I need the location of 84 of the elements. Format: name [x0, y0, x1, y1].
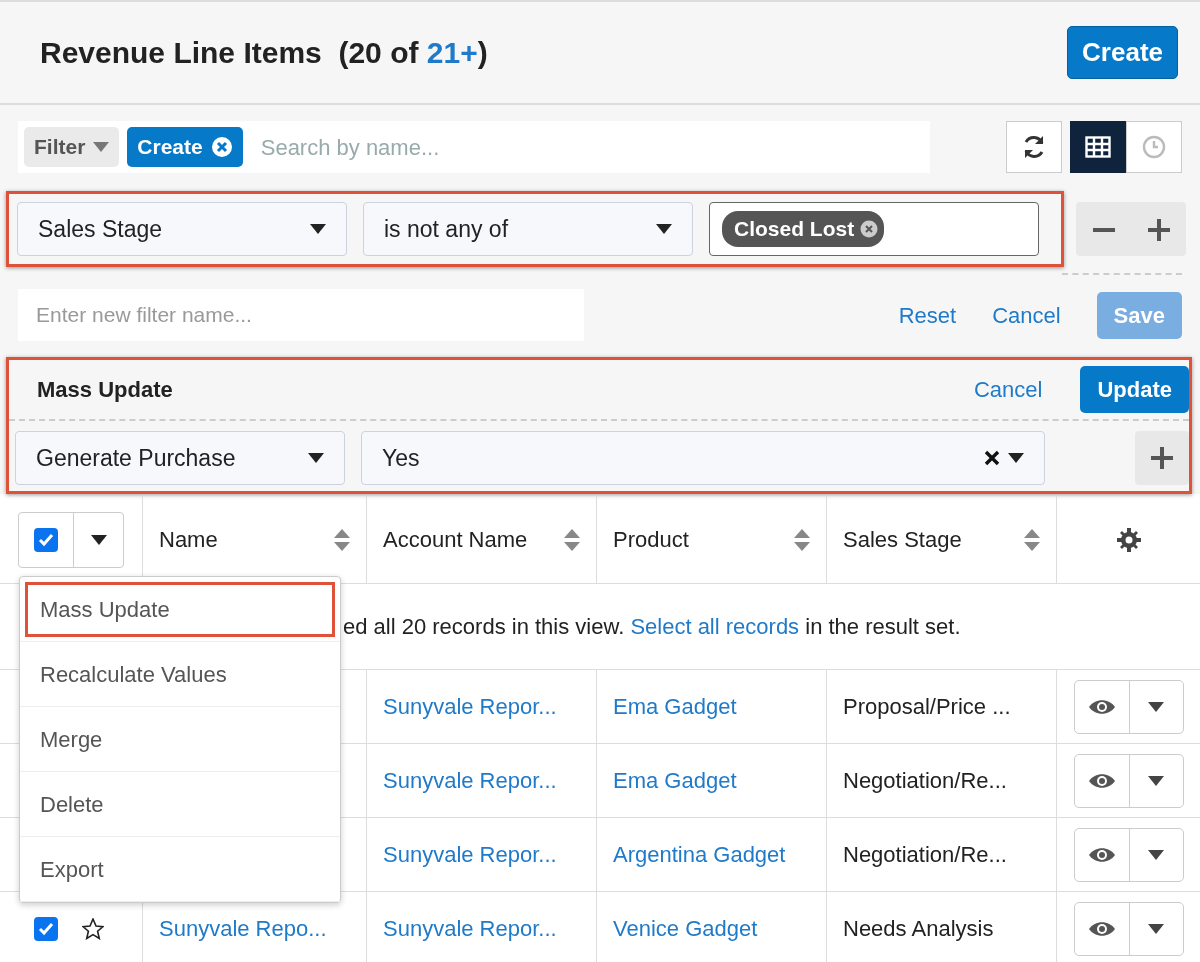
remove-icon [860, 220, 879, 238]
sort-icon [794, 528, 810, 551]
caret-icon [1148, 701, 1164, 712]
caret-icon [1148, 923, 1164, 934]
caret-icon [656, 224, 672, 234]
column-label: Product [613, 526, 689, 554]
select-value: Sales Stage [38, 214, 163, 244]
product-link[interactable]: Ema Gadget [613, 690, 737, 723]
caret-icon [310, 224, 326, 234]
record-link[interactable]: Sunyvale Repo... [159, 912, 327, 945]
caret-icon [1148, 775, 1164, 786]
column-header[interactable]: Sales Stage [827, 496, 1057, 583]
caret-icon [90, 534, 107, 545]
select-all-link[interactable]: Select all records [630, 614, 800, 639]
column-label: Sales Stage [843, 526, 962, 554]
select-value: Yes [382, 443, 420, 473]
page-title: Revenue Line Items (20 of 21+) [40, 35, 488, 71]
filter-link[interactable]: Reset [898, 298, 957, 332]
caret-icon [308, 453, 324, 463]
account-link[interactable]: Sunyvale Repor... [383, 690, 557, 723]
account-link[interactable]: Sunyvale Repor... [383, 764, 557, 797]
sort-icon [1024, 528, 1040, 551]
check-icon [38, 921, 54, 936]
table-cell: Needs Analysis [827, 892, 1057, 962]
plus-icon [1151, 447, 1173, 469]
column-header[interactable]: Account Name [367, 496, 597, 583]
caret-icon [93, 142, 110, 152]
account-link[interactable]: Sunyvale Repor... [383, 912, 557, 945]
search-field[interactable]: Filter Create Search by name... [18, 121, 930, 173]
select-value: is not any of [384, 214, 509, 244]
table-cell: Negotiation/Re... [827, 818, 1057, 891]
eye-icon [1087, 697, 1116, 716]
product-link[interactable]: Venice Gadget [613, 912, 758, 945]
sort-icon [334, 528, 350, 551]
selection-notice: ed all 20 records in this view. Select all records in the result set. [343, 613, 961, 641]
clear-icon [984, 450, 1000, 466]
list-view-button[interactable] [1070, 121, 1126, 173]
menu-item[interactable]: Delete [20, 772, 340, 837]
checkbox[interactable] [34, 527, 58, 552]
menu-item[interactable]: Merge [20, 707, 340, 772]
refresh-button[interactable] [1006, 121, 1062, 173]
product-link[interactable]: Ema Gadget [613, 764, 737, 797]
table-cell: Negotiation/Re... [827, 744, 1057, 817]
cancel-link[interactable]: Cancel [973, 373, 1043, 406]
filter-tag[interactable]: Create [127, 127, 243, 167]
table-icon [1085, 136, 1111, 158]
checkbox[interactable] [34, 916, 58, 941]
check-icon [38, 532, 54, 547]
eye-icon [1087, 771, 1116, 790]
add-field-button[interactable] [1135, 431, 1189, 485]
select-all-control[interactable] [18, 511, 124, 568]
filter-name-field[interactable]: Enter new filter name... [18, 289, 584, 341]
caret-icon [1148, 849, 1164, 860]
value-select[interactable]: Yes [361, 431, 1045, 485]
value-tag[interactable]: Closed Lost [722, 211, 885, 247]
menu-item[interactable]: Mass Update [20, 577, 340, 642]
account-link[interactable]: Sunyvale Repor... [383, 838, 557, 871]
value-field[interactable]: Closed Lost [709, 202, 1039, 256]
filter-link[interactable]: Cancel [992, 298, 1061, 332]
column-label: Account Name [383, 526, 528, 554]
plus-icon [1147, 218, 1170, 241]
operator-select[interactable]: is not any of [363, 202, 693, 256]
remove-icon [210, 136, 233, 158]
clock-icon [1142, 135, 1166, 159]
minus-icon [1092, 227, 1115, 232]
field-select[interactable]: Generate Purchase [15, 431, 345, 485]
sort-icon [564, 528, 580, 551]
table-cell: Proposal/Price ... [827, 670, 1057, 743]
settings-icon [1116, 527, 1141, 552]
create-button[interactable]: Create [1067, 26, 1178, 79]
column-label: Name [159, 526, 218, 554]
menu-item[interactable]: Export [20, 837, 340, 902]
field-select[interactable]: Sales Stage [17, 202, 347, 256]
eye-icon [1087, 845, 1116, 864]
select-value: Generate Purchase [36, 443, 236, 473]
filter-button[interactable]: Filter [24, 127, 120, 167]
column-header[interactable]: Product [597, 496, 827, 583]
panel-title: Mass Update [37, 376, 173, 404]
menu-item[interactable]: Recalculate Values [20, 642, 340, 707]
eye-icon [1087, 919, 1116, 938]
count-link[interactable]: 21+ [426, 36, 478, 69]
update-button[interactable]: Update [1080, 366, 1189, 413]
product-link[interactable]: Argentina Gadget [613, 838, 786, 871]
caret-icon [1008, 453, 1024, 463]
